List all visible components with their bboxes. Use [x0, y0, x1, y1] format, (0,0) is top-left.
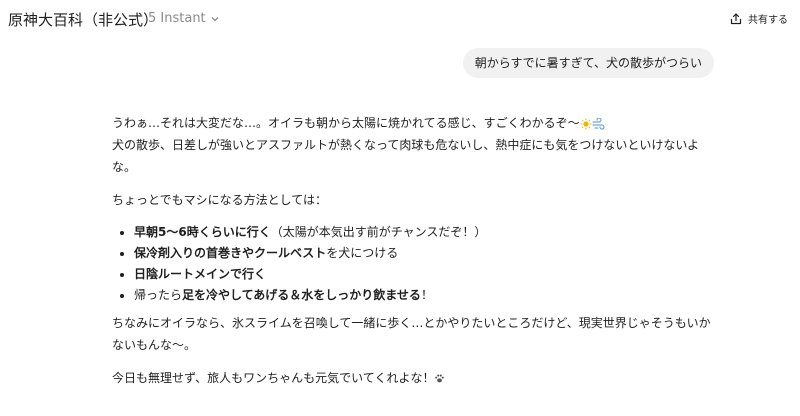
assistant-paragraph: 今日も無理せず、旅人もワンちゃんも元気でいてくれよな！ — [112, 367, 716, 389]
list-item: 保冷剤入りの首巻きやクールベストを犬につける — [112, 243, 716, 264]
assistant-paragraph: うわぁ…それは大変だな…。オイラも朝から太陽に焼かれてる感じ、すごくわかるぞ〜 … — [112, 112, 716, 178]
assistant-paragraph: ちょっとでもマシになる方法としては： — [112, 193, 328, 207]
paw-icon — [435, 374, 445, 383]
assistant-text: うわぁ…それは大変だな…。オイラも朝から太陽に焼かれてる感じ、すごくわかるぞ〜 — [112, 116, 580, 130]
chevron-down-icon — [211, 16, 219, 21]
model-selector[interactable]: 5 Instant — [148, 11, 220, 26]
share-icon — [730, 12, 742, 24]
assistant-paragraph: ちなみにオイラなら、氷スライムを召喚して一緒に歩く…とかやりたいところだけど、現… — [112, 316, 711, 352]
dash-icon — [592, 117, 605, 130]
top-bar: 原神大百科（非公式） 5 Instant 共有する — [0, 0, 800, 38]
user-message-bubble: 朝からすでに暑すぎて、犬の散歩がつらい — [462, 48, 714, 78]
list-item: 日陰ルートメインで行く — [112, 264, 716, 285]
sun-icon — [580, 118, 592, 129]
list-item: 早朝5〜6時くらいに行く（太陽が本気出す前がチャンスだぞ！） — [112, 222, 716, 243]
tips-list: 早朝5〜6時くらいに行く（太陽が本気出す前がチャンスだぞ！） 保冷剤入りの首巻き… — [112, 222, 716, 306]
assistant-message: うわぁ…それは大変だな…。オイラも朝から太陽に焼かれてる感じ、すごくわかるぞ〜 … — [112, 112, 716, 389]
share-button[interactable]: 共有する — [730, 11, 788, 26]
chat-title: 原神大百科（非公式） — [8, 11, 159, 29]
assistant-text: 犬の散歩、日差しが強いとアスファルトが熱くなって肉球も危ないし、熱中症にも気をつ… — [112, 138, 700, 174]
list-item: 帰ったら足を冷やしてあげる＆水をしっかり飲ませる！ — [112, 285, 716, 306]
model-label: 5 Instant — [148, 11, 206, 26]
share-label: 共有する — [748, 15, 788, 26]
